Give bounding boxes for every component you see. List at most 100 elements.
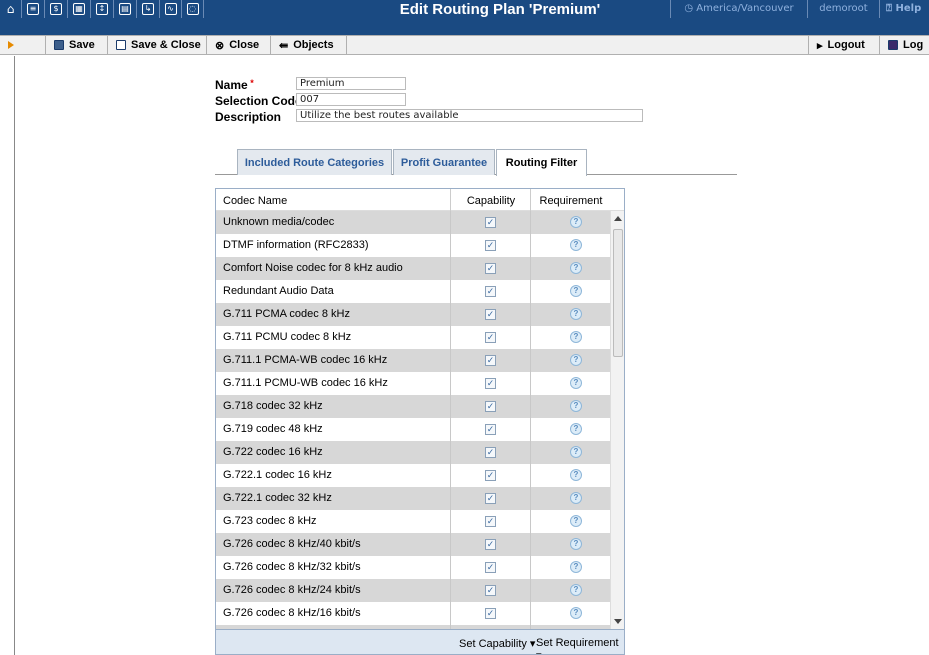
column-requirement[interactable]: Requirement [532, 195, 610, 207]
save-button[interactable]: Save [46, 36, 108, 54]
table-row[interactable]: G.722 codec 16 kHz ✓? [216, 441, 610, 464]
name-field[interactable]: Premium [296, 77, 406, 90]
table-row[interactable]: G.726 codec 8 kHz/32 kbit/s ✓? [216, 556, 610, 579]
table-row[interactable]: G.711.1 PCMA-WB codec 16 kHz ✓? [216, 349, 610, 372]
capability-checkbox[interactable]: ✓ [485, 608, 496, 619]
requirement-help-icon[interactable]: ? [570, 469, 582, 481]
capability-checkbox[interactable]: ✓ [485, 539, 496, 550]
capability-checkbox[interactable]: ✓ [485, 447, 496, 458]
table-row[interactable]: Redundant Audio Data ✓? [216, 280, 610, 303]
capability-checkbox[interactable]: ✓ [485, 401, 496, 412]
timezone-link[interactable]: ◷ America/Vancouver [670, 0, 808, 18]
requirement-help-icon[interactable]: ? [570, 515, 582, 527]
table-row[interactable]: DTMF information (RFC2833) ✓? [216, 234, 610, 257]
table-row[interactable]: G.711 PCMA codec 8 kHz ✓? [216, 303, 610, 326]
grid-scrollbar[interactable] [610, 211, 624, 629]
close-label: Close [229, 39, 260, 51]
capability-checkbox[interactable]: ✓ [485, 562, 496, 573]
chart-icon[interactable]: ∿ [160, 0, 182, 18]
tab-routing-filter[interactable]: Routing Filter [496, 149, 587, 176]
logout-icon: ▸ [817, 39, 823, 52]
table-row[interactable]: G.722.1 codec 16 kHz ✓? [216, 464, 610, 487]
table-row[interactable]: G.723 codec 8 kHz ✓? [216, 510, 610, 533]
list-icon[interactable]: ≡ [22, 0, 45, 18]
capability-checkbox[interactable]: ✓ [485, 470, 496, 481]
capability-checkbox[interactable]: ✓ [485, 585, 496, 596]
table-row[interactable]: G.726 codec 8 kHz/16 kbit/s ✓? [216, 602, 610, 625]
description-field[interactable]: Utilize the best routes available [296, 109, 643, 122]
upload-icon[interactable]: ↕ [91, 0, 114, 18]
requirement-help-icon[interactable]: ? [570, 492, 582, 504]
selection-code-field[interactable]: 007 [296, 93, 406, 106]
user-link[interactable]: demoroot [808, 0, 880, 18]
capability-checkbox[interactable]: ✓ [485, 309, 496, 320]
requirement-help-icon[interactable]: ? [570, 538, 582, 550]
requirement-help-icon[interactable]: ? [570, 331, 582, 343]
table-row[interactable]: G.726 codec 8 kHz/24 kbit/s ✓? [216, 579, 610, 602]
save-close-button[interactable]: Save & Close [108, 36, 207, 54]
search-icon[interactable]: ◌ [182, 0, 204, 18]
capability-checkbox[interactable]: ✓ [485, 217, 496, 228]
grid-header: Codec Name Capability Requirement [216, 189, 624, 211]
dollar-icon[interactable]: $ [45, 0, 68, 18]
export-icon[interactable]: ↳ [137, 0, 160, 18]
requirement-help-icon[interactable]: ? [570, 377, 582, 389]
requirement-help-icon[interactable]: ? [570, 584, 582, 596]
capability-checkbox[interactable]: ✓ [485, 286, 496, 297]
requirement-help-icon[interactable]: ? [570, 423, 582, 435]
panel-icon[interactable]: ▤ [114, 0, 137, 18]
table-row[interactable]: G.718 codec 32 kHz ✓? [216, 395, 610, 418]
column-codec-name[interactable]: Codec Name [223, 195, 287, 207]
scroll-thumb[interactable] [613, 229, 623, 357]
capability-checkbox[interactable]: ✓ [485, 332, 496, 343]
capability-checkbox[interactable]: ✓ [485, 378, 496, 389]
capability-checkbox[interactable]: ✓ [485, 240, 496, 251]
set-capability-menu[interactable]: Set Capability ▾ [459, 637, 535, 650]
home-icon[interactable]: ⌂ [0, 0, 22, 18]
log-button[interactable]: Log [880, 36, 929, 54]
close-icon: ⊗ [215, 39, 225, 52]
requirement-help-icon[interactable]: ? [570, 561, 582, 573]
table-row[interactable]: G.722.1 codec 32 kHz ✓? [216, 487, 610, 510]
toolbar-arrow-icon[interactable] [0, 36, 46, 54]
requirement-help-icon[interactable]: ? [570, 607, 582, 619]
log-icon [888, 40, 898, 50]
capability-checkbox[interactable]: ✓ [485, 263, 496, 274]
requirement-help-icon[interactable]: ? [570, 354, 582, 366]
table-row[interactable]: G.726 codec 8 kHz/40 kbit/s ✓? [216, 533, 610, 556]
requirement-help-icon[interactable]: ? [570, 262, 582, 274]
requirement-help-icon[interactable]: ? [570, 216, 582, 228]
table-row[interactable]: G.711.1 PCMU-WB codec 16 kHz ✓? [216, 372, 610, 395]
grid-icon[interactable]: ▦ [68, 0, 91, 18]
capability-checkbox[interactable]: ✓ [485, 355, 496, 366]
save-icon [54, 40, 64, 50]
table-row[interactable]: Unknown media/codec ✓? [216, 211, 610, 234]
codec-name: G.722 codec 16 kHz [223, 446, 323, 458]
scroll-up-icon[interactable] [614, 216, 622, 221]
capability-checkbox[interactable]: ✓ [485, 516, 496, 527]
tab-profit-guarantee[interactable]: Profit Guarantee [393, 149, 495, 175]
help-link[interactable]: ⍰ Help [880, 0, 929, 18]
requirement-help-icon[interactable]: ? [570, 308, 582, 320]
requirement-help-icon[interactable]: ? [570, 239, 582, 251]
logout-label: Logout [827, 39, 865, 51]
requirement-help-icon[interactable]: ? [570, 400, 582, 412]
logout-button[interactable]: ▸ Logout [808, 36, 880, 54]
close-button[interactable]: ⊗ Close [207, 36, 271, 54]
table-row[interactable]: G.711 PCMU codec 8 kHz ✓? [216, 326, 610, 349]
tab-included-route-categories[interactable]: Included Route Categories [237, 149, 392, 175]
scroll-down-icon[interactable] [614, 619, 622, 624]
codec-name: G.719 codec 48 kHz [223, 423, 323, 435]
capability-checkbox[interactable]: ✓ [485, 493, 496, 504]
table-row[interactable]: G.719 codec 48 kHz ✓? [216, 418, 610, 441]
codec-name: Comfort Noise codec for 8 kHz audio [223, 262, 403, 274]
requirement-help-icon[interactable]: ? [570, 446, 582, 458]
objects-button[interactable]: ⇚ Objects [271, 36, 347, 54]
set-requirement-menu[interactable]: Set Requirement ▾ [536, 637, 624, 654]
codec-name: G.726 codec 8 kHz/16 kbit/s [223, 607, 361, 619]
capability-checkbox[interactable]: ✓ [485, 424, 496, 435]
requirement-help-icon[interactable]: ? [570, 285, 582, 297]
table-row[interactable]: Comfort Noise codec for 8 kHz audio ✓? [216, 257, 610, 280]
codec-name: Redundant Audio Data [223, 285, 334, 297]
column-capability[interactable]: Capability [452, 195, 530, 207]
